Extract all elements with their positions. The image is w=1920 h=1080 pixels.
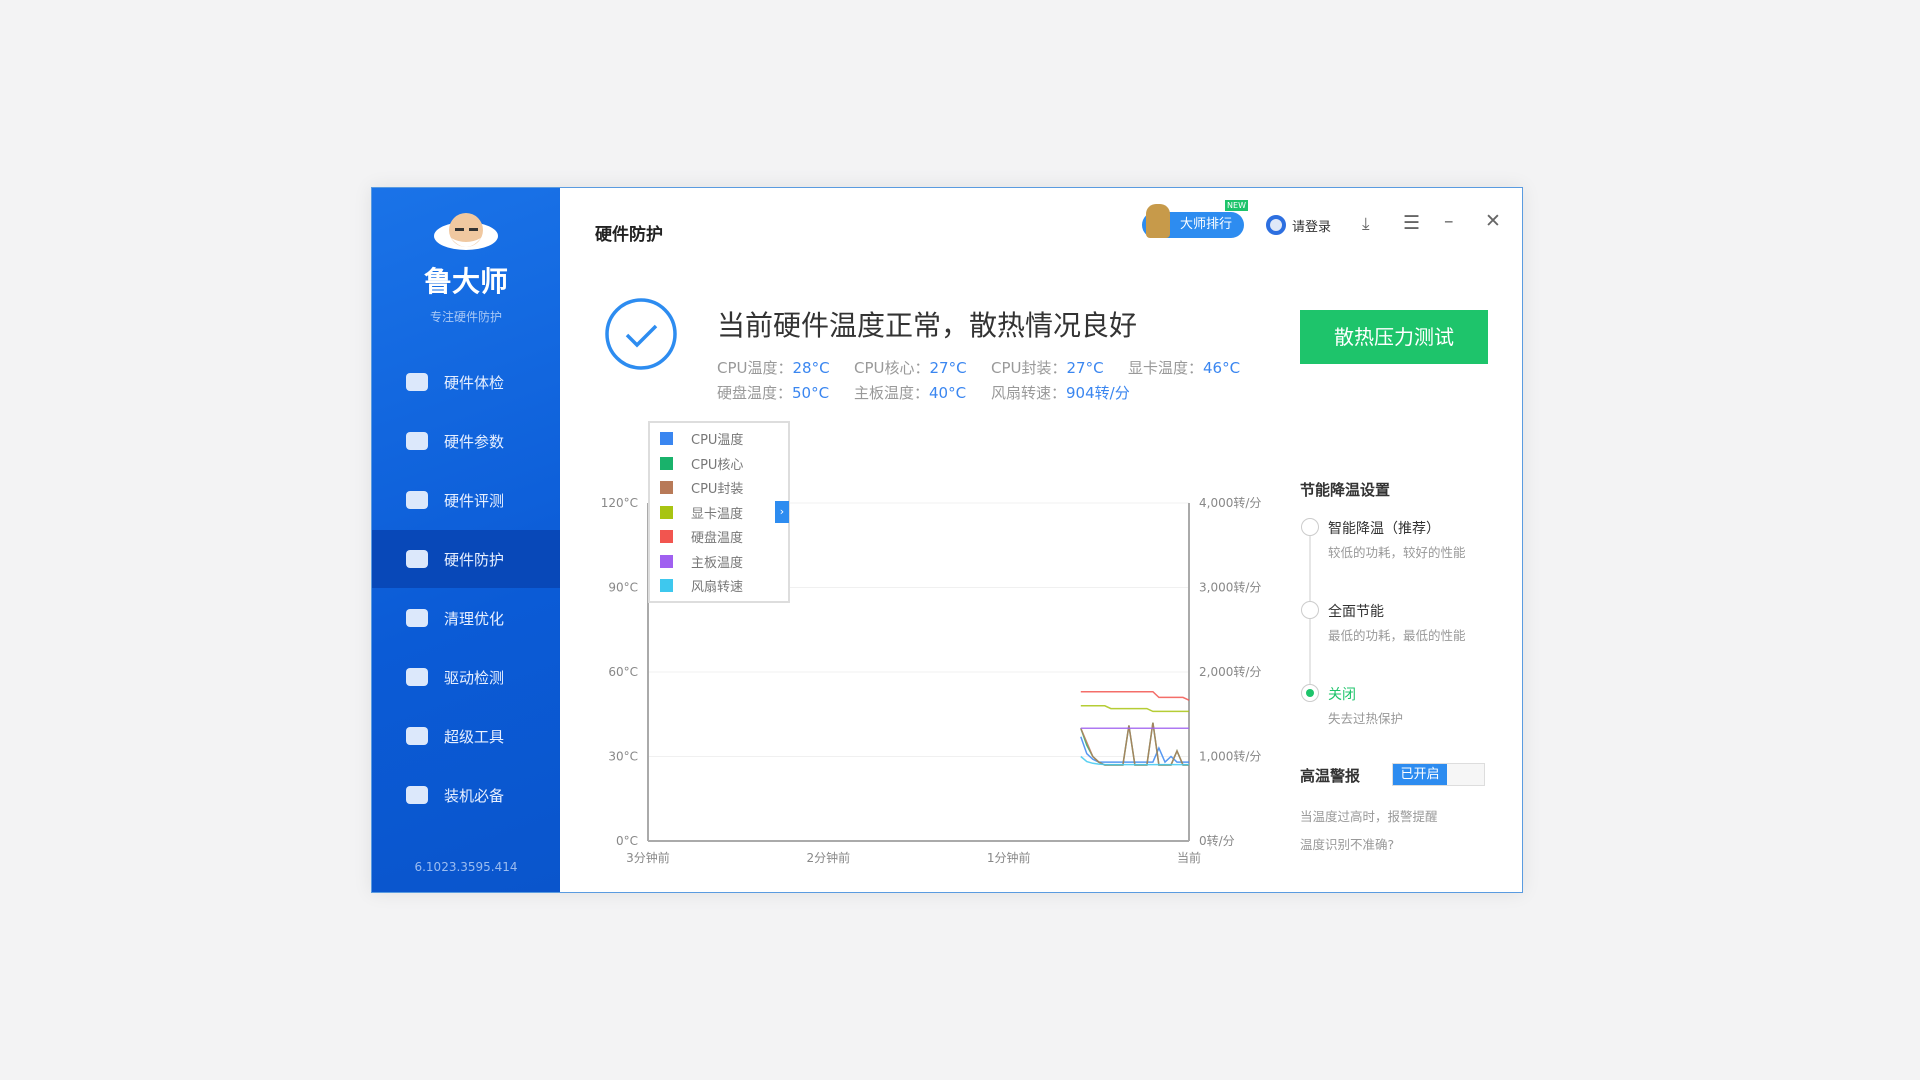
radio-option-1[interactable]	[1301, 601, 1319, 619]
stress-test-button[interactable]: 散热压力测试	[1300, 310, 1488, 364]
legend-label: 主板温度	[691, 552, 743, 571]
alarm-desc: 当温度过高时，报警提醒	[1300, 806, 1438, 825]
legend-swatch	[660, 579, 673, 592]
y-left-tick: 90°C	[608, 581, 638, 595]
chart-legend: CPU温度 CPU核心 CPU封装显卡温度硬盘温度主板温度风扇转速	[648, 421, 790, 603]
temperature-chart: 120°C 4,000转/分 90°C 3,000转/分 60°C 2,000转/分 30°…	[372, 188, 1272, 894]
y-left-tick: 60°C	[608, 665, 638, 679]
legend-label: CPU封装	[691, 478, 743, 497]
legend-swatch	[660, 530, 673, 543]
option-desc: 失去过热保护	[1328, 708, 1403, 727]
radio-option-2[interactable]	[1301, 684, 1319, 702]
legend-item[interactable]: 显卡温度	[660, 503, 743, 522]
legend-item[interactable]: 硬盘温度	[660, 527, 743, 546]
x-tick: 当前	[1177, 850, 1201, 865]
option-label: 智能降温（推荐）	[1328, 518, 1440, 538]
legend-label: 硬盘温度	[691, 527, 743, 546]
series-line-0	[1081, 737, 1189, 762]
legend-item[interactable]: CPU温度	[660, 429, 743, 448]
series-line-4	[1081, 692, 1189, 701]
legend-item[interactable]: CPU核心	[660, 454, 743, 473]
login-button[interactable]: 请登录	[1266, 215, 1331, 235]
menu-icon[interactable]: ☰	[1403, 212, 1420, 234]
legend-swatch	[660, 432, 673, 445]
option-label: 全面节能	[1328, 601, 1384, 621]
y-right-tick: 3,000转/分	[1199, 580, 1261, 595]
legend-item[interactable]: 主板温度	[660, 552, 743, 571]
login-label: 请登录	[1292, 216, 1331, 235]
y-left-tick: 120°C	[601, 496, 638, 510]
y-left-tick: 30°C	[608, 750, 638, 764]
series-line-3	[1081, 706, 1189, 712]
option-label: 关闭	[1328, 684, 1356, 704]
alarm-label: 高温警报	[1300, 765, 1360, 786]
y-right-tick: 0转/分	[1199, 833, 1235, 848]
legend-item[interactable]: 风扇转速	[660, 576, 743, 595]
close-icon[interactable]: ✕	[1485, 210, 1501, 232]
option-desc: 较低的功耗，较好的性能	[1328, 542, 1466, 561]
legend-swatch	[660, 481, 673, 494]
calibration-link[interactable]: 温度识别不准确?	[1300, 834, 1394, 853]
radio-option-0[interactable]	[1301, 518, 1319, 536]
option-desc: 最低的功耗，最低的性能	[1328, 625, 1466, 644]
y-right-tick: 2,000转/分	[1199, 664, 1261, 679]
x-tick: 2分钟前	[807, 850, 851, 865]
settings-title: 节能降温设置	[1300, 479, 1390, 500]
app-window: 鲁大师 专注硬件防护 硬件体检硬件参数硬件评测硬件防护清理优化驱动检测超级工具装…	[371, 187, 1523, 893]
legend-swatch	[660, 457, 673, 470]
download-icon[interactable]: ⤓	[1362, 214, 1370, 234]
alarm-toggle[interactable]: 已开启	[1392, 763, 1485, 786]
alarm-state: 已开启	[1393, 764, 1447, 785]
legend-label: CPU温度	[691, 429, 743, 448]
legend-swatch	[660, 506, 673, 519]
legend-item[interactable]: CPU封装	[660, 478, 743, 497]
legend-collapse-button[interactable]: ›	[775, 501, 789, 523]
x-tick: 3分钟前	[626, 850, 670, 865]
y-left-tick: 0°C	[616, 834, 638, 848]
legend-label: 风扇转速	[691, 576, 743, 595]
x-tick: 1分钟前	[987, 850, 1031, 865]
y-right-tick: 1,000转/分	[1199, 749, 1261, 764]
legend-label: CPU核心	[691, 454, 743, 473]
legend-swatch	[660, 555, 673, 568]
y-right-tick: 4,000转/分	[1199, 495, 1261, 510]
minimize-icon[interactable]: –	[1444, 210, 1454, 232]
legend-label: 显卡温度	[691, 503, 743, 522]
